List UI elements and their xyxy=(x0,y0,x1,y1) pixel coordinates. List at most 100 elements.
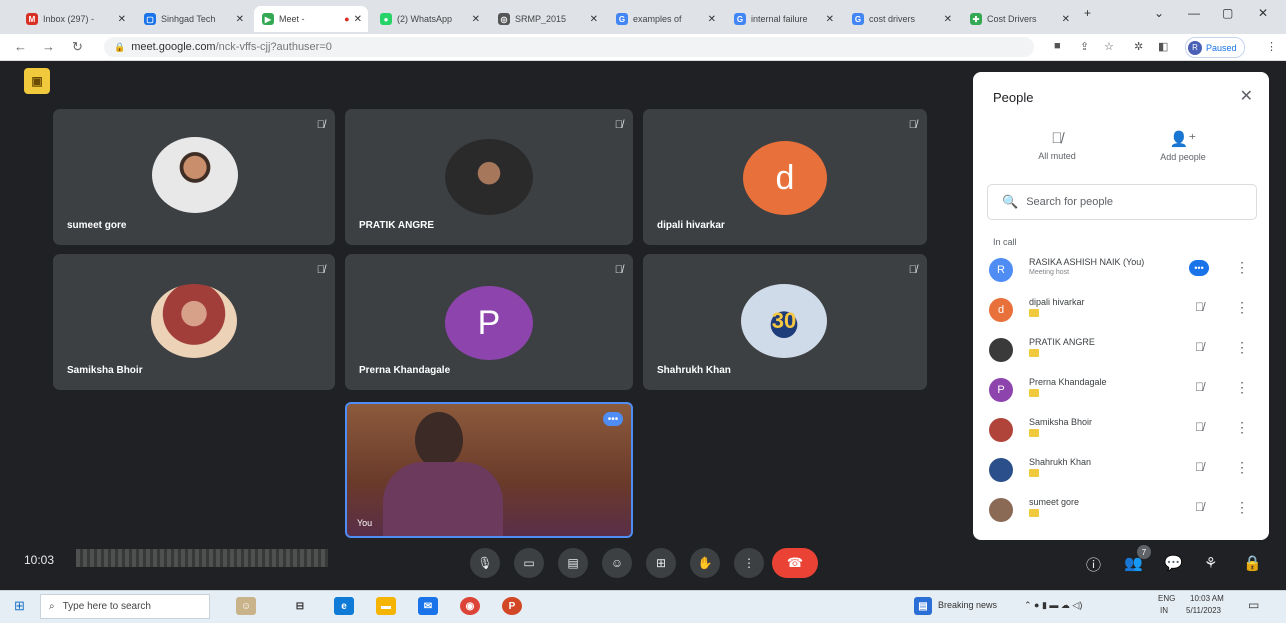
camera-indicator-icon[interactable]: ■ xyxy=(1054,40,1061,52)
reactions-button[interactable]: ☺ xyxy=(602,548,632,578)
participant-more-icon[interactable]: ⋮ xyxy=(1235,379,1249,396)
participant-tile[interactable]: 🎙̸ P Prerna Khandagale xyxy=(345,254,633,390)
tab-close-icon[interactable]: ✕ xyxy=(118,14,126,25)
self-video-tile[interactable]: ••• You xyxy=(345,402,633,538)
leave-call-button[interactable]: ☎ xyxy=(772,548,818,578)
chat-icon[interactable]: 💬 xyxy=(1164,554,1183,572)
bookmark-star-icon[interactable]: ☆ xyxy=(1104,40,1114,53)
new-tab-button[interactable]: + xyxy=(1084,6,1091,20)
self-name: You xyxy=(357,518,373,528)
notifications-icon[interactable]: ▭ xyxy=(1248,598,1259,612)
extensions-icon[interactable]: ✲ xyxy=(1134,40,1143,53)
participant-row[interactable]: d dipali hivarkar 🎙̸ ⋮ xyxy=(987,294,1257,330)
host-controls-icon[interactable]: 🔒 xyxy=(1243,554,1262,572)
people-icon[interactable]: 👥 xyxy=(1124,554,1143,572)
participant-more-icon[interactable]: ⋮ xyxy=(1235,259,1249,276)
participant-tile[interactable]: 🎙̸ sumeet gore xyxy=(53,109,335,245)
browser-tab[interactable]: Gexamples of ✕ xyxy=(608,6,722,32)
windows-start-icon[interactable]: ⊞ xyxy=(14,598,25,614)
participant-more-icon[interactable]: ⋮ xyxy=(1235,339,1249,356)
browser-tab[interactable]: Gcost drivers ✕ xyxy=(844,6,958,32)
powerpoint-icon[interactable]: P xyxy=(502,597,522,615)
participant-more-icon[interactable]: ⋮ xyxy=(1235,299,1249,316)
share-icon[interactable]: ⇪ xyxy=(1080,40,1089,53)
participant-tile[interactable]: 🎙̸ d dipali hivarkar xyxy=(643,109,927,245)
taskbar-time[interactable]: 10:03 AM xyxy=(1190,594,1224,603)
captions-button[interactable]: ▤ xyxy=(558,548,588,578)
browser-tab[interactable]: ▶ Meet - ● ✕ xyxy=(254,6,368,32)
tab-close-icon[interactable]: ✕ xyxy=(1062,14,1070,25)
tab-close-icon[interactable]: ✕ xyxy=(590,14,598,25)
forward-icon[interactable]: → xyxy=(42,39,55,54)
browser-menu-icon[interactable]: ⋮ xyxy=(1266,40,1277,53)
system-tray-icons[interactable]: ⌃ ● ▮ ▬ ☁ ◁) xyxy=(1024,600,1082,611)
taskbar-search[interactable]: ⌕ Type here to search xyxy=(40,594,210,619)
participant-tile[interactable]: 🎙̸ PRATIK ANGRE xyxy=(345,109,633,245)
participant-tile[interactable]: 🎙̸ 30 Shahrukh Khan xyxy=(643,254,927,390)
tab-close-icon[interactable]: ✕ xyxy=(708,14,716,25)
participant-row[interactable]: sumeet gore 🎙̸ ⋮ xyxy=(987,494,1257,530)
tab-label: Sinhgad Tech xyxy=(161,14,216,24)
microphone-button[interactable]: 🎙 xyxy=(470,548,500,578)
mic-muted-icon[interactable]: 🎙̸ xyxy=(1195,380,1204,394)
mic-muted-icon[interactable]: 🎙̸ xyxy=(1195,300,1204,314)
mic-muted-icon[interactable]: 🎙̸ xyxy=(1195,340,1204,354)
panel-title: People xyxy=(993,90,1034,105)
tab-close-icon[interactable]: ✕ xyxy=(472,14,480,25)
camera-button[interactable]: ▭ xyxy=(514,548,544,578)
maximize-icon[interactable]: ▢ xyxy=(1222,6,1233,20)
browser-tab[interactable]: ◎ SRMP_2015 ✕ xyxy=(490,6,604,32)
search-people-input[interactable]: 🔍 Search for people xyxy=(987,184,1257,220)
speaking-indicator-icon: ••• xyxy=(1189,260,1209,276)
side-panel-icon[interactable]: ◧ xyxy=(1158,40,1168,53)
tab-close-icon[interactable]: ✕ xyxy=(826,14,834,25)
mic-muted-icon[interactable]: 🎙̸ xyxy=(1195,420,1204,434)
participant-avatar xyxy=(989,418,1013,442)
participant-row[interactable]: R RASIKA ASHISH NAIK (You) Meeting host •••… xyxy=(987,254,1257,290)
minimize-icon[interactable]: — xyxy=(1188,6,1200,20)
participant-row[interactable]: Shahrukh Khan 🎙̸ ⋮ xyxy=(987,454,1257,490)
close-window-icon[interactable]: ✕ xyxy=(1258,6,1268,20)
browser-tab[interactable]: M Inbox (297) - ✕ xyxy=(18,6,132,32)
mic-muted-icon[interactable]: 🎙̸ xyxy=(1195,460,1204,474)
edge-icon[interactable]: e xyxy=(334,597,354,615)
browser-tab[interactable]: ✚ Cost Drivers ✕ xyxy=(962,6,1076,32)
present-button[interactable]: ⊞ xyxy=(646,548,676,578)
back-icon[interactable]: ← xyxy=(14,39,27,54)
cortana-icon[interactable]: ☺ xyxy=(236,597,256,615)
reload-icon[interactable]: ↻ xyxy=(72,39,83,55)
meeting-info-icon[interactable]: ▣ xyxy=(24,68,50,94)
news-label[interactable]: Breaking news xyxy=(938,600,997,610)
close-icon[interactable]: ✕ xyxy=(1240,86,1253,106)
raise-hand-button[interactable]: ✋ xyxy=(690,548,720,578)
browser-tab[interactable]: ▢ Sinhgad Tech ✕ xyxy=(136,6,250,32)
participant-row[interactable]: P Prerna Khandagale 🎙̸ ⋮ xyxy=(987,374,1257,410)
browser-tab[interactable]: ● (2) WhatsApp ✕ xyxy=(372,6,486,32)
more-options-icon[interactable]: ••• xyxy=(603,412,623,426)
participant-more-icon[interactable]: ⋮ xyxy=(1235,459,1249,476)
participant-row[interactable]: Samiksha Bhoir 🎙̸ ⋮ xyxy=(987,414,1257,450)
language-indicator[interactable]: ENG xyxy=(1158,594,1175,603)
browser-tab[interactable]: Ginternal failure ✕ xyxy=(726,6,840,32)
participant-more-icon[interactable]: ⋮ xyxy=(1235,499,1249,516)
tab-close-icon[interactable]: ✕ xyxy=(236,14,244,25)
all-muted-button[interactable]: 🎙̸ All muted xyxy=(1007,130,1107,161)
more-options-button[interactable]: ⋮ xyxy=(734,548,764,578)
activities-icon[interactable]: ⚘ xyxy=(1204,554,1217,572)
tab-close-icon[interactable]: ✕ xyxy=(354,14,362,25)
task-view-icon[interactable]: ⊟ xyxy=(290,597,310,615)
profile-button[interactable]: R Paused xyxy=(1185,37,1245,58)
address-bar[interactable]: 🔒 meet.google.com/nck-vffs-cjj?authuser=… xyxy=(104,37,1034,57)
chrome-icon[interactable]: ◉ xyxy=(460,597,480,615)
participant-more-icon[interactable]: ⋮ xyxy=(1235,419,1249,436)
tab-close-icon[interactable]: ✕ xyxy=(944,14,952,25)
mail-icon[interactable]: ✉ xyxy=(418,597,438,615)
tab-search-icon[interactable]: ⌄ xyxy=(1154,6,1164,20)
mic-muted-icon[interactable]: 🎙̸ xyxy=(1195,500,1204,514)
file-explorer-icon[interactable]: ▬ xyxy=(376,597,396,615)
meeting-details-icon[interactable]: ⓘ xyxy=(1086,554,1101,575)
participant-row[interactable]: PRATIK ANGRE 🎙̸ ⋮ xyxy=(987,334,1257,370)
add-people-button[interactable]: 👤⁺ Add people xyxy=(1133,130,1233,162)
participant-tile[interactable]: 🎙̸ Samiksha Bhoir xyxy=(53,254,335,390)
news-icon[interactable]: ▤ xyxy=(914,597,932,615)
